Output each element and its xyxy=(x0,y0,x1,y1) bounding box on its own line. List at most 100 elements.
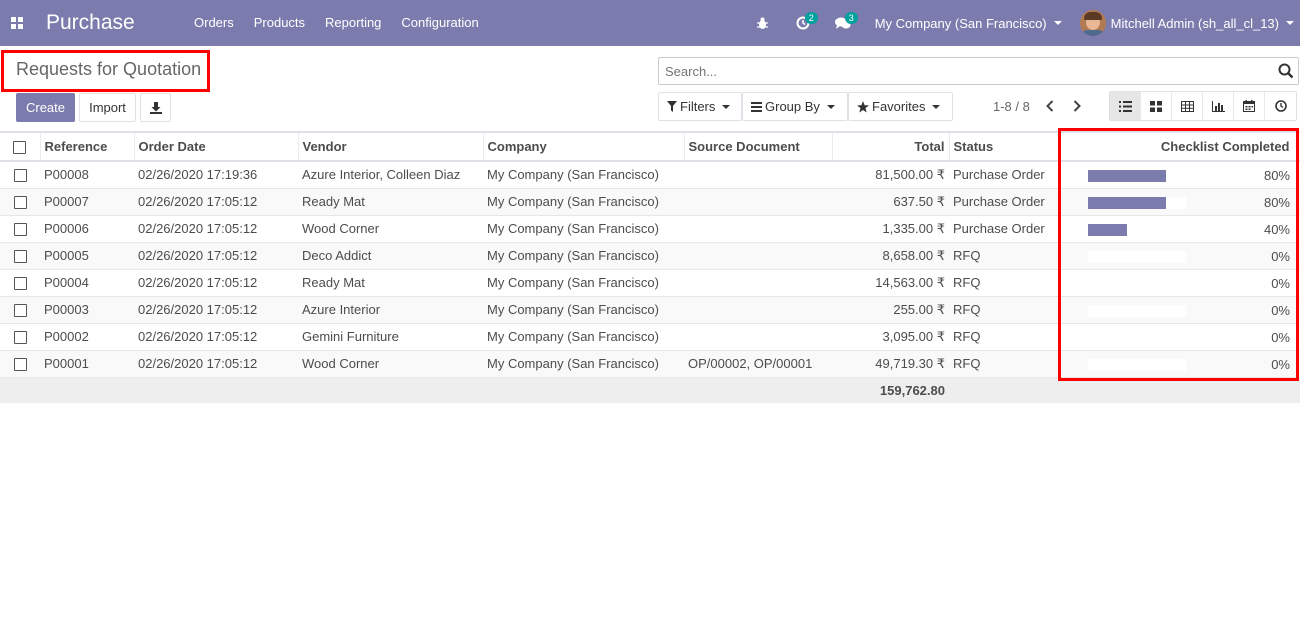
table-row[interactable]: P00002 02/26/2020 17:05:12 Gemini Furnit… xyxy=(0,323,1300,351)
debug-bug-icon[interactable] xyxy=(752,0,774,46)
main-menu: Orders Products Reporting Configuration xyxy=(184,0,489,46)
table-row[interactable]: P00004 02/26/2020 17:05:12 Ready Mat My … xyxy=(0,269,1300,297)
progress-percentage: 0% xyxy=(1271,302,1290,318)
activity-clock-icon[interactable]: 2 xyxy=(792,0,818,46)
row-checkbox[interactable] xyxy=(13,196,27,210)
row-checkbox[interactable] xyxy=(13,169,27,183)
calendar-view-button[interactable] xyxy=(1234,92,1265,120)
user-menu[interactable]: Mitchell Admin (sh_all_cl_13) xyxy=(1079,10,1294,36)
row-checkbox-cell[interactable] xyxy=(0,242,40,270)
status-cell: RFQ xyxy=(949,296,1058,324)
filters-dropdown[interactable]: Filters xyxy=(658,92,742,121)
calendar-icon xyxy=(1243,100,1255,112)
row-checkbox[interactable] xyxy=(13,358,27,372)
download-button[interactable] xyxy=(140,93,171,122)
status-cell: RFQ xyxy=(949,269,1058,297)
chevron-down-icon xyxy=(722,104,731,109)
list-view-button[interactable] xyxy=(1110,92,1141,120)
row-checkbox-cell[interactable] xyxy=(0,188,40,216)
apps-menu-icon[interactable] xyxy=(0,0,34,46)
create-button[interactable]: Create xyxy=(16,93,75,122)
kanban-view-button[interactable] xyxy=(1141,92,1172,120)
column-header-order-date[interactable]: Order Date xyxy=(134,131,299,162)
search-bar xyxy=(658,57,1299,85)
reference-cell: P00001 xyxy=(40,350,134,378)
pivot-view-button[interactable] xyxy=(1172,92,1203,120)
company-cell: My Company (San Francisco) xyxy=(483,242,684,270)
search-input[interactable] xyxy=(659,58,1259,84)
row-checkbox-cell[interactable] xyxy=(0,269,40,297)
total-cell: 1,335.00 ₹ xyxy=(832,215,949,243)
source-document-cell xyxy=(684,161,832,189)
groupby-dropdown[interactable]: Group By xyxy=(742,92,848,121)
row-checkbox[interactable] xyxy=(13,250,27,264)
graph-view-button[interactable] xyxy=(1203,92,1234,120)
chevron-down-icon xyxy=(1053,21,1062,25)
menu-products[interactable]: Products xyxy=(244,0,315,46)
menu-orders[interactable]: Orders xyxy=(184,0,244,46)
table-row[interactable]: P00003 02/26/2020 17:05:12 Azure Interio… xyxy=(0,296,1300,324)
import-button[interactable]: Import xyxy=(79,93,136,122)
column-header-status[interactable]: Status xyxy=(949,131,1059,162)
company-cell: My Company (San Francisco) xyxy=(483,296,684,324)
row-checkbox-cell[interactable] xyxy=(0,215,40,243)
row-checkbox[interactable] xyxy=(13,223,27,237)
table-row[interactable]: P00007 02/26/2020 17:05:12 Ready Mat My … xyxy=(0,188,1300,216)
row-checkbox-cell[interactable] xyxy=(0,296,40,324)
pager-previous-button[interactable] xyxy=(1042,97,1058,115)
star-icon xyxy=(857,100,869,112)
pager-value[interactable]: 1-8 / 8 xyxy=(993,99,1030,114)
table-row[interactable]: P00006 02/26/2020 17:05:12 Wood Corner M… xyxy=(0,215,1300,243)
row-checkbox-cell[interactable] xyxy=(0,161,40,189)
checklist-progress-cell: 0% xyxy=(1058,350,1300,378)
column-header-total[interactable]: Total xyxy=(832,131,950,162)
pager-next-button[interactable] xyxy=(1069,97,1085,115)
progress-percentage: 0% xyxy=(1271,248,1290,264)
table-row[interactable]: P00005 02/26/2020 17:05:12 Deco Addict M… xyxy=(0,242,1300,270)
chevron-down-icon xyxy=(932,104,941,109)
app-title[interactable]: Purchase xyxy=(46,11,184,35)
filter-funnel-icon xyxy=(667,101,677,112)
company-switcher[interactable]: My Company (San Francisco) xyxy=(875,16,1062,31)
column-header-reference[interactable]: Reference xyxy=(40,131,135,162)
progress-bar xyxy=(1088,277,1186,290)
row-checkbox-cell[interactable] xyxy=(0,323,40,351)
progress-bar xyxy=(1088,331,1186,344)
source-document-cell xyxy=(684,188,832,216)
messages-chat-icon[interactable]: 3 xyxy=(832,0,858,46)
filters-label: Filters xyxy=(680,99,716,114)
status-cell: RFQ xyxy=(949,242,1058,270)
select-all-checkbox[interactable] xyxy=(13,141,27,155)
search-icon[interactable] xyxy=(1278,63,1294,82)
column-header-checklist-completed[interactable]: Checklist Completed xyxy=(1058,131,1300,162)
total-cell: 637.50 ₹ xyxy=(832,188,949,216)
reference-cell: P00006 xyxy=(40,215,134,243)
reference-cell: P00008 xyxy=(40,161,134,189)
favorites-dropdown[interactable]: Favorites xyxy=(848,92,953,121)
column-header-source-document[interactable]: Source Document xyxy=(684,131,833,162)
company-cell: My Company (San Francisco) xyxy=(483,161,684,189)
table-row[interactable]: P00001 02/26/2020 17:05:12 Wood Corner M… xyxy=(0,350,1300,378)
row-checkbox[interactable] xyxy=(13,331,27,345)
reference-cell: P00004 xyxy=(40,269,134,297)
progress-percentage: 0% xyxy=(1271,329,1290,345)
activity-view-button[interactable] xyxy=(1265,92,1296,120)
column-header-company[interactable]: Company xyxy=(483,131,685,162)
avatar xyxy=(1079,10,1106,36)
navbar-systray: 2 3 My Company (San Francisco) Mitchell … xyxy=(743,0,1300,46)
select-all-checkbox-cell[interactable] xyxy=(0,131,41,162)
progress-bar xyxy=(1088,170,1186,182)
chevron-right-icon xyxy=(1073,100,1081,112)
row-checkbox[interactable] xyxy=(13,304,27,318)
row-checkbox[interactable] xyxy=(13,277,27,291)
menu-configuration[interactable]: Configuration xyxy=(391,0,488,46)
menu-reporting[interactable]: Reporting xyxy=(315,0,391,46)
bar-chart-icon xyxy=(1211,100,1225,112)
table-row[interactable]: P00008 02/26/2020 17:19:36 Azure Interio… xyxy=(0,161,1300,189)
checklist-progress-cell: 0% xyxy=(1058,269,1300,297)
column-header-vendor[interactable]: Vendor xyxy=(298,131,484,162)
total-cell: 49,719.30 ₹ xyxy=(832,350,949,378)
row-checkbox-cell[interactable] xyxy=(0,350,40,378)
vendor-cell: Azure Interior xyxy=(298,296,483,324)
status-cell: RFQ xyxy=(949,323,1058,351)
